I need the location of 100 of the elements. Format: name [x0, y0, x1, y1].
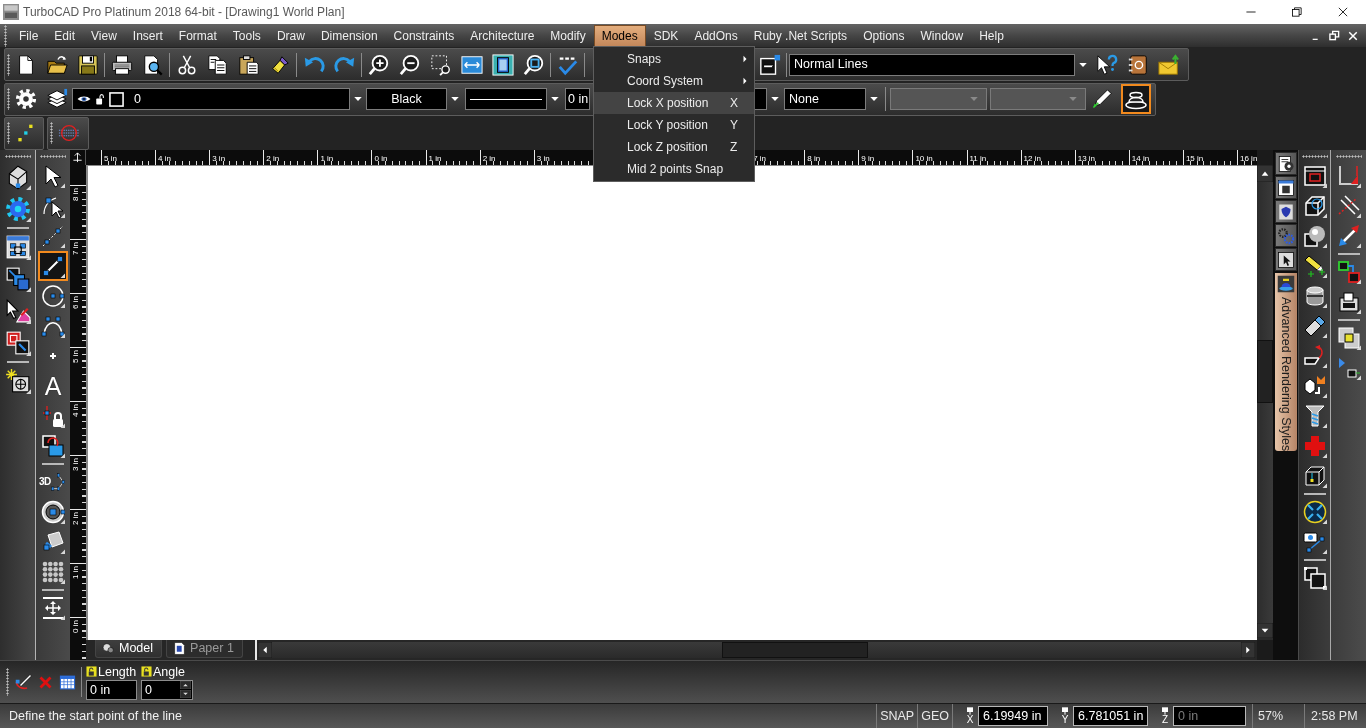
cancel-icon[interactable] — [38, 674, 53, 690]
menu-item[interactable]: Insert — [124, 24, 171, 47]
circle-icon[interactable] — [41, 284, 65, 308]
toolbar-grip[interactable] — [50, 122, 53, 144]
menu-item[interactable]: Window — [912, 24, 972, 47]
plus-icon[interactable] — [47, 350, 59, 362]
caret-icon[interactable] — [770, 94, 780, 104]
eye-icon[interactable] — [77, 94, 91, 104]
palette-tab[interactable] — [1274, 200, 1297, 223]
scrollbar-thumb[interactable] — [722, 642, 868, 658]
help-pointer-icon[interactable] — [1095, 53, 1118, 76]
hexagon-shapes-icon[interactable] — [1302, 374, 1327, 398]
menu-item[interactable]: File — [11, 24, 47, 47]
scissors-icon[interactable] — [175, 53, 198, 76]
dot-grid-icon[interactable] — [41, 560, 65, 584]
menu-item[interactable]: Lock Z position Z — [594, 136, 754, 158]
settings-icon[interactable] — [14, 88, 37, 110]
toolbar-grip[interactable] — [6, 668, 9, 696]
toolbar-grip[interactable] — [4, 155, 31, 158]
sparkle-frame-icon[interactable] — [4, 368, 31, 394]
menu-item[interactable]: Format — [170, 24, 225, 47]
sphere-icon[interactable] — [1302, 224, 1327, 248]
palette-tab[interactable] — [1274, 248, 1297, 271]
restore-icon[interactable] — [1329, 30, 1340, 41]
print-preview-icon[interactable] — [141, 53, 164, 76]
line-style-dropdown[interactable] — [465, 88, 547, 110]
menu-item[interactable]: Ruby .Net Scripts — [745, 24, 856, 47]
toolbar-grip[interactable] — [4, 24, 7, 47]
menu-item[interactable]: Lock Y position Y — [594, 114, 754, 136]
overlapping-squares-icon[interactable] — [1336, 326, 1361, 350]
menu-item[interactable]: AddOns — [686, 24, 746, 47]
toolbar-grip[interactable] — [1335, 155, 1362, 158]
circle-target-icon[interactable] — [41, 500, 65, 524]
toolbar-grip[interactable] — [7, 122, 10, 144]
offset-squares-icon[interactable] — [4, 266, 31, 292]
menu-item[interactable]: View — [83, 24, 125, 47]
linked-squares-icon[interactable] — [4, 330, 31, 356]
bent-arrow-icon[interactable] — [1302, 344, 1327, 368]
printer-icon[interactable] — [110, 53, 133, 76]
scroll-down-button[interactable] — [1257, 623, 1273, 638]
menu-item[interactable]: Dimension — [312, 24, 386, 47]
curve-icon[interactable] — [41, 314, 65, 338]
scrollbar-thumb[interactable] — [1257, 340, 1273, 403]
zoom-extents-icon[interactable] — [460, 53, 483, 76]
clipboard-icon[interactable] — [237, 53, 260, 76]
toolbar-grip[interactable] — [7, 53, 10, 76]
nested-squares-icon[interactable] — [1302, 566, 1327, 590]
line-preset-dropdown[interactable]: Normal Lines — [789, 53, 1075, 76]
zoom-fit-icon[interactable] — [522, 53, 545, 76]
lock-icon[interactable] — [86, 666, 97, 677]
pencil-icon[interactable] — [1090, 88, 1113, 110]
open-folder-icon[interactable] — [45, 53, 68, 76]
double-arrow-icon[interactable] — [1336, 224, 1361, 248]
menu-item[interactable]: Modes — [593, 24, 646, 47]
menu-item[interactable]: Options — [855, 24, 913, 47]
caret-icon[interactable] — [869, 94, 879, 104]
pointer-shape-icon[interactable] — [4, 298, 31, 324]
gear-icon[interactable] — [4, 196, 31, 222]
eraser-icon[interactable] — [1302, 314, 1327, 338]
menu-item[interactable]: Architecture — [462, 24, 543, 47]
caret-icon[interactable] — [353, 94, 363, 104]
cube-icon[interactable] — [1302, 194, 1327, 218]
document-tab[interactable]: Paper 1 — [166, 640, 243, 658]
menu-item[interactable]: Lock X position X — [594, 92, 754, 114]
copy-pages-icon[interactable] — [206, 53, 229, 76]
status-mode[interactable]: SNAP — [876, 703, 918, 728]
close-icon[interactable] — [1348, 30, 1358, 41]
square-transfer-icon[interactable] — [1336, 260, 1361, 284]
palette-tab[interactable] — [1274, 176, 1297, 199]
node-arrow-icon[interactable] — [41, 194, 65, 218]
zoom-page-icon[interactable] — [491, 53, 514, 76]
layers-icon[interactable] — [45, 88, 68, 110]
layer-dropdown[interactable]: 0 — [72, 88, 350, 110]
triangle-square-icon[interactable] — [1336, 356, 1361, 380]
caret-icon[interactable] — [450, 94, 460, 104]
status-mode[interactable]: GEO — [917, 703, 953, 728]
window-grid-icon[interactable] — [4, 234, 31, 260]
text-tool-button[interactable]: A — [40, 374, 66, 398]
stacked-dishes-icon[interactable] — [1121, 84, 1151, 114]
pencil-curve-icon[interactable] — [15, 673, 33, 691]
printer-icon[interactable] — [1336, 290, 1361, 314]
toolbar-grip[interactable] — [1301, 155, 1328, 158]
document-tab[interactable]: Model — [95, 640, 163, 658]
toolbar-grip[interactable] — [40, 155, 66, 158]
3d-tool-button[interactable]: 3D — [39, 470, 67, 494]
cube-point-icon[interactable] — [1302, 464, 1327, 488]
color-swatch-icon[interactable] — [109, 91, 124, 107]
coordinate-field[interactable]: 6.781051 in — [1073, 706, 1148, 726]
menu-item[interactable]: Constraints — [385, 24, 463, 47]
menu-item[interactable]: Tools — [224, 24, 269, 47]
rotate-squares-icon[interactable] — [41, 434, 65, 458]
table-icon[interactable] — [59, 673, 76, 691]
menu-item[interactable]: Snaps — [594, 48, 754, 70]
fill-dropdown[interactable]: None — [784, 88, 866, 110]
cross-icon[interactable] — [1302, 434, 1327, 458]
point-lock-icon[interactable] — [41, 404, 65, 428]
lock-icon[interactable] — [95, 93, 105, 105]
zoom-in-icon[interactable] — [367, 53, 390, 76]
menu-item[interactable]: Modify — [542, 24, 594, 47]
scroll-up-button[interactable] — [1257, 165, 1273, 182]
